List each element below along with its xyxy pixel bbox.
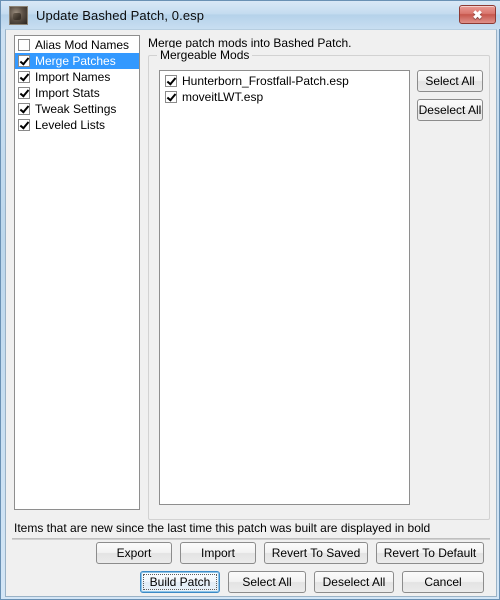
checkbox-icon[interactable] (18, 119, 30, 131)
checkbox-icon[interactable] (18, 55, 30, 67)
mods-side-buttons: Select All Deselect All (417, 70, 483, 128)
list-item[interactable]: Alias Mod Names (15, 37, 139, 53)
list-item[interactable]: Merge Patches (15, 53, 139, 69)
close-icon: ✖ (472, 7, 483, 22)
list-item-label: Hunterborn_Frostfall-Patch.esp (182, 74, 349, 88)
checkbox-icon[interactable] (18, 87, 30, 99)
mods-select-all-button[interactable]: Select All (417, 70, 483, 92)
export-button[interactable]: Export (96, 542, 172, 564)
list-item[interactable]: Leveled Lists (15, 117, 139, 133)
list-item-label: Tweak Settings (35, 102, 117, 116)
checkbox-icon[interactable] (18, 103, 30, 115)
group-title: Mergeable Mods (157, 48, 253, 62)
list-item[interactable]: Import Names (15, 69, 139, 85)
mods-deselect-all-button[interactable]: Deselect All (417, 99, 483, 121)
mergeable-mods-group: Mergeable Mods Hunterborn_Frostfall-Patc… (148, 48, 490, 520)
cancel-button[interactable]: Cancel (402, 571, 484, 593)
title-bar[interactable]: Update Bashed Patch, 0.esp ✖ (1, 1, 500, 29)
app-icon (9, 5, 28, 25)
close-button[interactable]: ✖ (459, 5, 496, 24)
list-item-label: Leveled Lists (35, 118, 106, 132)
bold-items-note: Items that are new since the last time t… (14, 521, 431, 535)
checkbox-icon[interactable] (165, 91, 177, 103)
list-item-label: Import Names (35, 70, 111, 84)
list-item[interactable]: Hunterborn_Frostfall-Patch.esp (160, 73, 409, 89)
list-item[interactable]: Tweak Settings (15, 101, 139, 117)
list-item[interactable]: Import Stats (15, 85, 139, 101)
list-item-label: Alias Mod Names (35, 38, 130, 52)
client-area: Alias Mod Names Merge Patches Import Nam… (5, 29, 497, 597)
patcher-detail-pane: Merge patch mods into Bashed Patch. Merg… (146, 30, 492, 538)
list-item[interactable]: moveitLWT.esp (160, 89, 409, 105)
window-title: Update Bashed Patch, 0.esp (36, 7, 205, 23)
import-button[interactable]: Import (180, 542, 256, 564)
checkbox-icon[interactable] (18, 71, 30, 83)
list-item-label: Import Stats (35, 86, 100, 100)
deselect-all-button[interactable]: Deselect All (314, 571, 394, 593)
dialog-window: Update Bashed Patch, 0.esp ✖ Alias Mod N… (0, 0, 500, 600)
patcher-list[interactable]: Alias Mod Names Merge Patches Import Nam… (14, 35, 140, 510)
checkbox-icon[interactable] (165, 75, 177, 87)
list-item-label: Merge Patches (35, 54, 116, 68)
mergeable-mods-list[interactable]: Hunterborn_Frostfall-Patch.esp moveitLWT… (159, 70, 410, 505)
footer-button-row-1: Export Import Revert To Saved Revert To … (6, 542, 492, 564)
revert-to-saved-button[interactable]: Revert To Saved (264, 542, 368, 564)
checkbox-icon[interactable] (18, 39, 30, 51)
list-item-label: moveitLWT.esp (182, 90, 264, 104)
footer-separator (12, 538, 490, 540)
build-patch-button[interactable]: Build Patch (140, 571, 220, 593)
revert-to-default-button[interactable]: Revert To Default (376, 542, 484, 564)
footer-button-row-2: Build Patch Select All Deselect All Canc… (6, 571, 492, 593)
select-all-button[interactable]: Select All (228, 571, 306, 593)
